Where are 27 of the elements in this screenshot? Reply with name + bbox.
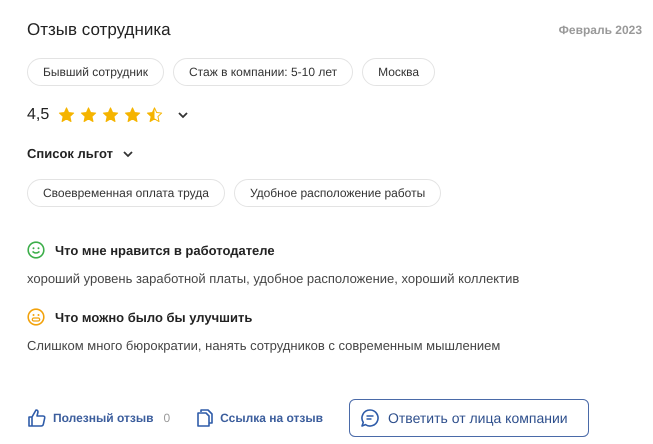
star-icon [101,106,120,124]
reply-button[interactable]: Ответить от лица компании [348,399,589,437]
benefit-chip: Удобное расположение работы [234,179,442,207]
tag-chip: Бывший сотрудник [27,58,164,86]
tag-chip: Стаж в компании: 5-10 лет [173,58,354,86]
star-icon [145,106,164,124]
grimace-icon [27,308,45,326]
review-title: Отзыв сотрудника [27,20,171,40]
star-icon [79,106,98,124]
rating-value: 4,5 [27,106,50,124]
thumbs-up-icon[interactable] [27,408,47,428]
star-icon [57,106,76,124]
review-date: Февраль 2023 [558,23,642,37]
section-title: Что можно было бы улучшить [55,310,252,324]
section-text: хороший уровень заработной платы, удобное расположение, хороший коллектив [27,271,520,286]
section-text: Слишком много бюрократии, нанять сотрудников с современным мышлением [27,338,502,353]
review-link[interactable]: Ссылка на отзыв [220,411,323,425]
star-icon [123,106,142,124]
helpful-count: 0 [163,411,170,425]
tag-chip: Москва [362,58,436,86]
helpful-link[interactable]: Полезный отзыв [53,411,154,425]
benefit-chip: Своевременная оплата труда [27,179,225,207]
benefits-title: Список льгот [27,146,113,161]
smile-icon [27,241,45,259]
copy-icon[interactable] [196,408,214,428]
section-title: Что мне нравится в работодателе [55,242,275,258]
chat-icon [360,408,380,428]
